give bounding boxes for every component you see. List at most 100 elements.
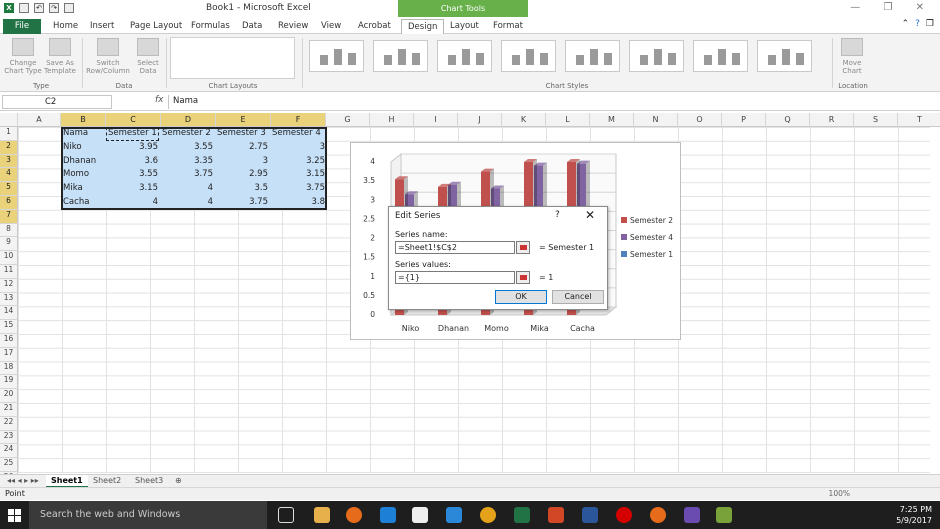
row-header-3[interactable]: 3: [0, 154, 18, 169]
table-cell[interactable]: Dhanan: [61, 155, 106, 169]
column-header-c[interactable]: C: [106, 113, 161, 127]
chart-layouts-gallery[interactable]: [170, 37, 295, 79]
print-preview-icon[interactable]: [64, 3, 74, 13]
series-values-input[interactable]: ={1}: [395, 271, 515, 284]
row-header-18[interactable]: 18: [0, 361, 18, 376]
word-icon[interactable]: [582, 507, 598, 523]
row-header-16[interactable]: 16: [0, 334, 18, 348]
column-header-r[interactable]: R: [810, 113, 854, 127]
table-header-cell[interactable]: Nama: [61, 127, 106, 141]
table-cell[interactable]: 3.75: [215, 196, 270, 210]
close-icon[interactable]: ✕: [585, 208, 595, 222]
clock[interactable]: 7:25 PM 5/9/2017: [896, 504, 932, 526]
name-box[interactable]: C2: [2, 95, 112, 109]
table-cell[interactable]: 3: [270, 141, 327, 155]
column-header-i[interactable]: I: [414, 113, 458, 127]
table-cell[interactable]: 3.15: [106, 182, 160, 196]
chart-style-5[interactable]: [565, 40, 620, 72]
table-cell[interactable]: 4: [106, 196, 160, 210]
select-all-corner[interactable]: [0, 113, 18, 127]
taskbar-search[interactable]: Search the web and Windows: [29, 501, 267, 529]
chart-style-2[interactable]: [373, 40, 428, 72]
table-header-cell[interactable]: Semester 2: [160, 127, 215, 141]
edge-icon[interactable]: [380, 507, 396, 523]
column-header-m[interactable]: M: [590, 113, 634, 127]
row-header-10[interactable]: 10: [0, 251, 18, 265]
row-header-19[interactable]: 19: [0, 375, 18, 390]
opera-icon[interactable]: [616, 507, 632, 523]
window-controls[interactable]: — ❐ ✕: [850, 2, 934, 13]
table-cell[interactable]: 3.5: [215, 182, 270, 196]
table-cell[interactable]: Momo: [61, 168, 106, 182]
table-cell[interactable]: 4: [160, 182, 215, 196]
row-header-15[interactable]: 15: [0, 320, 18, 334]
table-cell[interactable]: 3.55: [160, 141, 215, 155]
chart-style-7[interactable]: [693, 40, 748, 72]
column-header-j[interactable]: J: [458, 113, 502, 127]
tab-view[interactable]: View: [315, 19, 347, 34]
column-header-e[interactable]: E: [216, 113, 271, 127]
table-header-cell[interactable]: Semester 3: [215, 127, 270, 141]
paint-icon[interactable]: [716, 507, 732, 523]
redo-icon[interactable]: ↷: [49, 3, 59, 13]
table-cell[interactable]: 3.8: [270, 196, 327, 210]
column-header-b[interactable]: B: [61, 113, 106, 127]
tab-design[interactable]: Design: [401, 19, 445, 34]
table-cell[interactable]: 3.55: [106, 168, 160, 182]
powerpoint-icon[interactable]: [548, 507, 564, 523]
tab-acrobat[interactable]: Acrobat: [352, 19, 397, 34]
row-header-9[interactable]: 9: [0, 237, 18, 252]
chart-style-3[interactable]: [437, 40, 492, 72]
firefox-2-icon[interactable]: [650, 507, 666, 523]
chart-style-4[interactable]: [501, 40, 556, 72]
table-cell[interactable]: 3.75: [160, 168, 215, 182]
column-header-l[interactable]: L: [546, 113, 590, 127]
chart-style-6[interactable]: [629, 40, 684, 72]
row-header-20[interactable]: 20: [0, 389, 18, 403]
column-header-q[interactable]: Q: [766, 113, 810, 127]
help-icon[interactable]: ?: [915, 19, 920, 29]
row-header-14[interactable]: 14: [0, 306, 18, 321]
tab-insert[interactable]: Insert: [84, 19, 120, 34]
row-header-17[interactable]: 17: [0, 347, 18, 362]
column-header-n[interactable]: N: [634, 113, 678, 127]
table-header-cell[interactable]: Semester 4: [270, 127, 327, 141]
row-header-25[interactable]: 25: [0, 458, 18, 472]
column-header-h[interactable]: H: [370, 113, 414, 127]
table-cell[interactable]: 3.25: [270, 155, 327, 169]
column-header-f[interactable]: F: [271, 113, 326, 127]
save-icon[interactable]: [19, 3, 29, 13]
windows-start-icon[interactable]: [8, 509, 21, 522]
store-icon[interactable]: [412, 507, 428, 523]
column-header-p[interactable]: P: [722, 113, 766, 127]
column-header-s[interactable]: S: [854, 113, 898, 127]
help-icon[interactable]: ?: [555, 210, 560, 220]
task-view-icon[interactable]: [278, 507, 294, 523]
save-as-template-button[interactable]: Save As Template: [42, 38, 78, 75]
chrome-icon[interactable]: [480, 507, 496, 523]
row-header-12[interactable]: 12: [0, 278, 18, 293]
row-header-11[interactable]: 11: [0, 265, 18, 279]
row-header-2[interactable]: 2: [0, 140, 18, 155]
table-cell[interactable]: 3.75: [270, 182, 327, 196]
move-chart-button[interactable]: Move Chart: [836, 38, 868, 75]
tab-file[interactable]: File: [3, 19, 41, 34]
row-header-23[interactable]: 23: [0, 430, 18, 445]
chart-style-1[interactable]: [309, 40, 364, 72]
cancel-button[interactable]: Cancel: [552, 290, 604, 304]
tab-formulas[interactable]: Formulas: [185, 19, 236, 34]
select-data-button[interactable]: Select Data: [132, 38, 164, 75]
row-header-6[interactable]: 6: [0, 196, 18, 210]
table-cell[interactable]: 3.35: [160, 155, 215, 169]
tab-data[interactable]: Data: [236, 19, 268, 34]
chart-style-8[interactable]: [757, 40, 812, 72]
table-cell[interactable]: 2.95: [215, 168, 270, 182]
table-cell[interactable]: 3.6: [106, 155, 160, 169]
row-header-1[interactable]: 1: [0, 127, 18, 141]
row-header-7[interactable]: 7: [0, 209, 18, 224]
column-header-g[interactable]: G: [326, 113, 370, 127]
app-icon[interactable]: [684, 507, 700, 523]
tab-home[interactable]: Home: [47, 19, 84, 34]
undo-icon[interactable]: ↶: [34, 3, 44, 13]
table-cell[interactable]: 2.75: [215, 141, 270, 155]
